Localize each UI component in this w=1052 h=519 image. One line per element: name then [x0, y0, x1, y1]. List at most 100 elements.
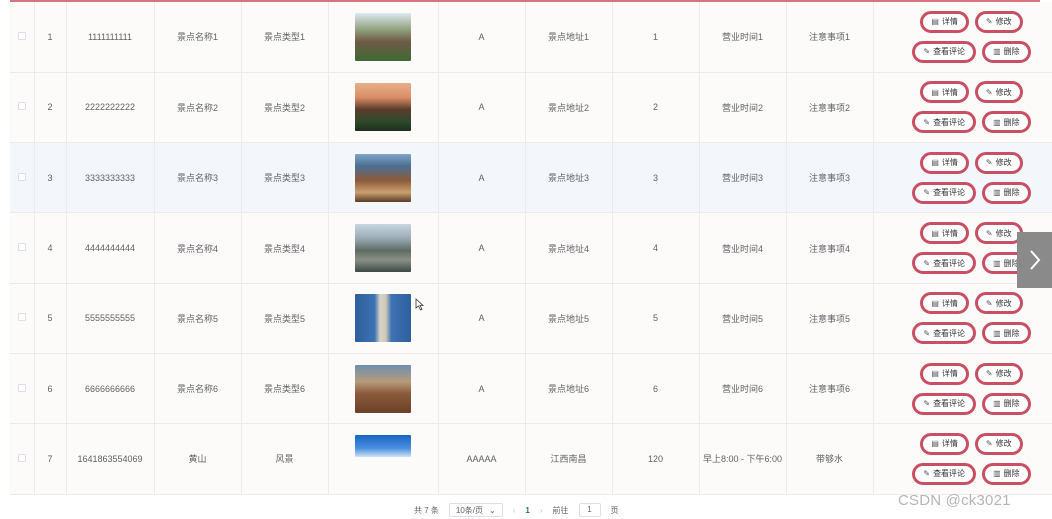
edit-button[interactable]: ✎ 修改	[974, 222, 1023, 245]
row-address: 景点地址6	[525, 353, 613, 425]
goto-page-input[interactable]: 1	[578, 503, 601, 517]
detail-button[interactable]: ▤ 详情	[920, 292, 969, 315]
row-level: A	[438, 353, 526, 425]
detail-button[interactable]: ▤ 详情	[920, 362, 969, 385]
row-notes: 注意事项1	[786, 2, 874, 73]
document-icon: ▤	[931, 158, 939, 168]
edit-button[interactable]: ✎ 修改	[974, 10, 1023, 33]
row-level: A	[438, 212, 526, 284]
page-number-current[interactable]: 1	[525, 506, 529, 515]
attractions-table: 1 1111111111 景点名称1 景点类型1 A 景点地址1 1 营业时间1…	[10, 2, 1052, 495]
row-checkbox[interactable]	[17, 243, 26, 252]
row-index: 1	[34, 2, 67, 73]
row-checkbox[interactable]	[17, 313, 26, 322]
delete-button[interactable]: ▥ 删除	[982, 322, 1031, 345]
delete-button[interactable]: ▥ 删除	[982, 462, 1031, 485]
row-level: A	[438, 72, 526, 144]
row-code: 5555555555	[66, 283, 155, 354]
table-row[interactable]: 1 1111111111 景点名称1 景点类型1 A 景点地址1 1 营业时间1…	[10, 2, 1052, 73]
row-thumbnail[interactable]	[355, 294, 411, 343]
edit-button[interactable]: ✎ 修改	[974, 432, 1023, 455]
row-type: 景点类型6	[241, 353, 329, 425]
pencil-icon: ✎	[985, 228, 993, 238]
row-checkbox[interactable]	[17, 383, 26, 392]
table-row[interactable]: 2 2222222222 景点名称2 景点类型2 A 景点地址2 2 营业时间2…	[10, 72, 1052, 144]
pencil-icon: ✎	[985, 439, 993, 449]
trash-icon: ▥	[993, 117, 1001, 127]
delete-button[interactable]: ▥ 删除	[982, 111, 1031, 134]
row-level: AAAAA	[438, 423, 526, 495]
row-address: 景点地址4	[525, 212, 613, 284]
row-checkbox[interactable]	[17, 102, 26, 111]
pencil-icon: ✎	[985, 298, 993, 308]
row-notes: 注意事项6	[786, 353, 874, 425]
pencil-icon: ✎	[923, 469, 931, 479]
row-checkbox[interactable]	[17, 31, 26, 40]
row-num: 2	[612, 72, 700, 144]
view-comments-button[interactable]: ✎ 查看评论	[912, 111, 977, 134]
table-row[interactable]: 6 6666666666 景点名称6 景点类型6 A 景点地址6 6 营业时间6…	[10, 353, 1052, 425]
row-index: 4	[34, 212, 67, 284]
page-size-select[interactable]: 10条/页 ⌄	[448, 503, 503, 517]
row-hours: 早上8:00 - 下午6:00	[699, 423, 787, 495]
row-checkbox[interactable]	[17, 453, 26, 462]
row-code: 1111111111	[66, 2, 155, 73]
detail-button[interactable]: ▤ 详情	[920, 222, 969, 245]
row-index: 6	[34, 353, 67, 425]
trash-icon: ▥	[993, 188, 1001, 198]
table-row[interactable]: 4 4444444444 景点名称4 景点类型4 A 景点地址4 4 营业时间4…	[10, 212, 1052, 284]
detail-button[interactable]: ▤ 详情	[920, 432, 969, 455]
row-level: A	[438, 283, 526, 354]
edit-button[interactable]: ✎ 修改	[974, 81, 1023, 104]
next-slide-button[interactable]	[1017, 232, 1052, 288]
prev-page-icon[interactable]: ‹	[513, 506, 516, 515]
row-thumbnail[interactable]	[355, 224, 411, 273]
detail-button[interactable]: ▤ 详情	[920, 81, 969, 104]
row-code: 1641863554069	[66, 423, 155, 495]
row-hours: 营业时间6	[699, 353, 787, 425]
row-type: 景点类型3	[241, 142, 329, 214]
view-comments-button[interactable]: ✎ 查看评论	[912, 322, 977, 345]
table-row[interactable]: 3 3333333333 景点名称3 景点类型3 A 景点地址3 3 营业时间3…	[10, 142, 1052, 214]
table-row[interactable]: 5 5555555555 景点名称5 景点类型5 A 景点地址5 5 营业时间5…	[10, 283, 1052, 354]
row-index: 5	[34, 283, 67, 354]
delete-button[interactable]: ▥ 删除	[982, 392, 1031, 415]
delete-button[interactable]: ▥ 删除	[982, 40, 1031, 63]
row-thumbnail[interactable]	[355, 83, 411, 132]
document-icon: ▤	[931, 439, 939, 449]
row-address: 景点地址1	[525, 2, 613, 73]
row-type: 风景	[241, 423, 329, 495]
next-page-icon[interactable]: ›	[540, 506, 543, 515]
row-address: 景点地址5	[525, 283, 613, 354]
row-thumbnail[interactable]	[355, 12, 411, 61]
detail-button[interactable]: ▤ 详情	[920, 10, 969, 33]
pencil-icon: ✎	[985, 87, 993, 97]
view-comments-button[interactable]: ✎ 查看评论	[912, 252, 977, 275]
row-thumbnail[interactable]	[355, 364, 411, 413]
view-comments-button[interactable]: ✎ 查看评论	[912, 462, 977, 485]
trash-icon: ▥	[993, 399, 1001, 409]
row-actions: ▤ 详情 ✎ 修改 ✎ 查看评论 ▥ 删除	[874, 81, 1052, 134]
delete-button[interactable]: ▥ 删除	[982, 181, 1031, 204]
trash-icon: ▥	[993, 258, 1001, 268]
row-name: 景点名称1	[154, 2, 242, 73]
detail-button[interactable]: ▤ 详情	[920, 151, 969, 174]
row-thumbnail[interactable]	[355, 434, 411, 457]
row-level: A	[438, 142, 526, 214]
pencil-icon: ✎	[923, 328, 931, 338]
edit-button[interactable]: ✎ 修改	[974, 292, 1023, 315]
row-thumbnail[interactable]	[355, 153, 411, 202]
row-address: 江西南昌	[525, 423, 613, 495]
view-comments-button[interactable]: ✎ 查看评论	[912, 40, 977, 63]
view-comments-button[interactable]: ✎ 查看评论	[912, 392, 977, 415]
row-num: 5	[612, 283, 700, 354]
table-row[interactable]: 7 1641863554069 黄山 风景 AAAAA 江西南昌 120 早上8…	[10, 423, 1052, 495]
pagination-total: 共 7 条	[414, 505, 439, 515]
row-checkbox[interactable]	[17, 172, 26, 181]
view-comments-button[interactable]: ✎ 查看评论	[912, 181, 977, 204]
edit-button[interactable]: ✎ 修改	[974, 151, 1023, 174]
row-name: 景点名称6	[154, 353, 242, 425]
row-code: 4444444444	[66, 212, 155, 284]
document-icon: ▤	[931, 17, 939, 27]
edit-button[interactable]: ✎ 修改	[974, 362, 1023, 385]
